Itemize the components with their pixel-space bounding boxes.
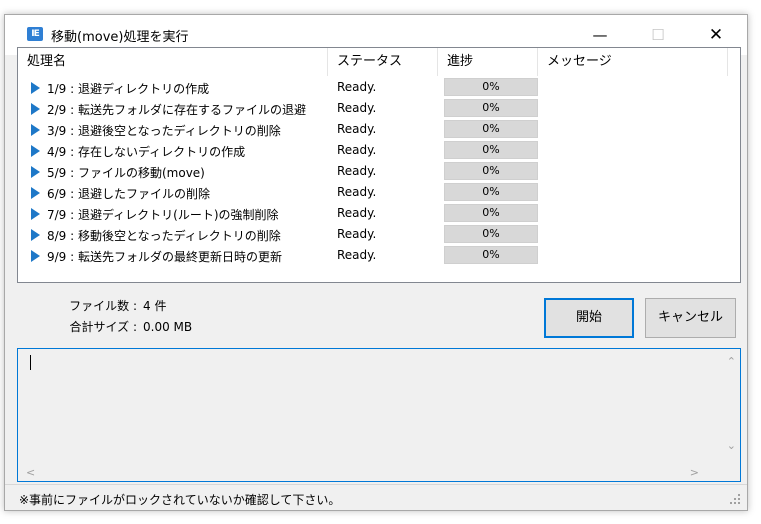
list-header: 処理名 ステータス 進捗 メッセージ bbox=[18, 48, 740, 76]
table-row[interactable]: 9/9 : 転送先フォルダの最終更新日時の更新 Ready. 0% bbox=[18, 245, 740, 266]
table-row[interactable]: 1/9 : 退避ディレクトリの作成 Ready. 0% bbox=[18, 77, 740, 98]
table-row[interactable]: 2/9 : 転送先フォルダに存在するファイルの退避 Ready. 0% bbox=[18, 98, 740, 119]
file-count-value: 4 件 bbox=[143, 299, 167, 313]
row-progress: 0% bbox=[444, 120, 538, 138]
row-name: 6/9 : 退避したファイルの削除 bbox=[47, 187, 210, 201]
play-icon bbox=[31, 145, 40, 157]
table-row[interactable]: 6/9 : 退避したファイルの削除 Ready. 0% bbox=[18, 182, 740, 203]
row-name: 8/9 : 移動後空となったディレクトリの削除 bbox=[47, 229, 281, 243]
row-name: 4/9 : 存在しないディレクトリの作成 bbox=[47, 145, 246, 159]
row-progress: 0% bbox=[444, 225, 538, 243]
status-bar: ※事前にファイルがロックされていないか確認して下さい。 bbox=[5, 484, 747, 510]
row-progress: 0% bbox=[444, 99, 538, 117]
play-icon bbox=[31, 187, 40, 199]
row-status: Ready. bbox=[337, 206, 377, 220]
table-row[interactable]: 5/9 : ファイルの移動(move) Ready. 0% bbox=[18, 161, 740, 182]
process-list[interactable]: 処理名 ステータス 進捗 メッセージ 1/9 : 退避ディレクトリの作成 Rea… bbox=[17, 47, 741, 283]
cancel-button[interactable]: キャンセル bbox=[645, 298, 736, 338]
play-icon bbox=[31, 103, 40, 115]
total-size-value: 0.00 MB bbox=[143, 320, 193, 334]
row-progress: 0% bbox=[444, 141, 538, 159]
column-header-status[interactable]: ステータス bbox=[328, 48, 438, 76]
scroll-right-icon[interactable]: > bbox=[690, 466, 699, 479]
row-progress: 0% bbox=[444, 183, 538, 201]
horizontal-scrollbar[interactable]: < > bbox=[18, 464, 723, 481]
total-size-stat: 合計サイズ : 0.00 MB bbox=[5, 318, 193, 335]
play-icon bbox=[31, 124, 40, 136]
status-text: ※事前にファイルがロックされていないか確認して下さい。 bbox=[19, 493, 341, 507]
column-header-message[interactable]: メッセージ bbox=[538, 48, 728, 76]
row-progress: 0% bbox=[444, 204, 538, 222]
row-progress: 0% bbox=[444, 246, 538, 264]
row-name: 3/9 : 退避後空となったディレクトリの削除 bbox=[47, 124, 281, 138]
text-caret bbox=[30, 355, 31, 370]
play-icon bbox=[31, 250, 40, 262]
row-status: Ready. bbox=[337, 143, 377, 157]
log-textarea[interactable]: ⌃ ⌄ < > bbox=[17, 348, 741, 482]
play-icon bbox=[31, 166, 40, 178]
column-header-progress[interactable]: 進捗 bbox=[438, 48, 538, 76]
scroll-left-icon[interactable]: < bbox=[26, 466, 35, 479]
file-count-label: ファイル数 : bbox=[69, 299, 137, 313]
row-name: 7/9 : 退避ディレクトリ(ルート)の強制削除 bbox=[47, 208, 279, 222]
column-header-name[interactable]: 処理名 bbox=[18, 48, 328, 76]
table-row[interactable]: 3/9 : 退避後空となったディレクトリの削除 Ready. 0% bbox=[18, 119, 740, 140]
dialog-window: IE 移動(move)処理を実行 — ☐ ✕ 処理名 ステータス 進捗 メッセー… bbox=[4, 14, 748, 511]
play-icon bbox=[31, 208, 40, 220]
window-title: 移動(move)処理を実行 bbox=[51, 30, 189, 45]
start-button[interactable]: 開始 bbox=[544, 298, 634, 338]
total-size-label: 合計サイズ : bbox=[69, 320, 138, 334]
row-name: 1/9 : 退避ディレクトリの作成 bbox=[47, 82, 210, 96]
row-status: Ready. bbox=[337, 248, 377, 262]
row-progress: 0% bbox=[444, 78, 538, 96]
app-icon: IE bbox=[27, 27, 43, 41]
play-icon bbox=[31, 229, 40, 241]
file-count-stat: ファイル数 : 4 件 bbox=[5, 297, 166, 314]
play-icon bbox=[31, 82, 40, 94]
row-status: Ready. bbox=[337, 227, 377, 241]
row-name: 9/9 : 転送先フォルダの最終更新日時の更新 bbox=[47, 250, 282, 264]
scroll-down-icon[interactable]: ⌄ bbox=[727, 439, 736, 452]
vertical-scrollbar[interactable]: ⌃ ⌄ bbox=[723, 349, 740, 464]
row-progress: 0% bbox=[444, 162, 538, 180]
row-status: Ready. bbox=[337, 164, 377, 178]
scroll-up-icon[interactable]: ⌃ bbox=[727, 355, 736, 368]
resize-grip-icon[interactable] bbox=[729, 493, 741, 505]
row-name: 2/9 : 転送先フォルダに存在するファイルの退避 bbox=[47, 103, 306, 117]
row-status: Ready. bbox=[337, 80, 377, 94]
table-row[interactable]: 4/9 : 存在しないディレクトリの作成 Ready. 0% bbox=[18, 140, 740, 161]
row-status: Ready. bbox=[337, 101, 377, 115]
table-row[interactable]: 7/9 : 退避ディレクトリ(ルート)の強制削除 Ready. 0% bbox=[18, 203, 740, 224]
row-name: 5/9 : ファイルの移動(move) bbox=[47, 166, 205, 180]
row-status: Ready. bbox=[337, 185, 377, 199]
table-row[interactable]: 8/9 : 移動後空となったディレクトリの削除 Ready. 0% bbox=[18, 224, 740, 245]
row-status: Ready. bbox=[337, 122, 377, 136]
